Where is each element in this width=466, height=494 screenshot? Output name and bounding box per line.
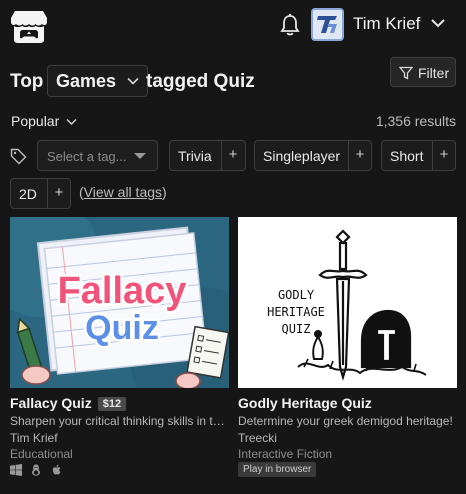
tag-icon (10, 148, 27, 165)
category-select-label: Games (56, 71, 117, 91)
tag-filter-bar: Select a tag... Trivia + Singleplayer + … (0, 140, 466, 172)
cover-title-text: Fallacy (58, 270, 187, 312)
tag-pill-trivia[interactable]: Trivia + (169, 140, 246, 171)
filter-button[interactable]: Filter (390, 57, 456, 87)
tag-name[interactable]: Short (390, 148, 423, 164)
add-tag-singleplayer-button[interactable]: + (350, 146, 370, 163)
chevron-down-icon (127, 77, 139, 85)
game-author[interactable]: Treecki (238, 431, 277, 445)
play-in-browser-badge: Play in browser (238, 462, 317, 477)
tag-name[interactable]: 2D (19, 186, 37, 202)
page-title: Top Games tagged Quiz Filter (10, 57, 456, 97)
cover-line-3: QUIZ (282, 322, 311, 336)
tag-pill-singleplayer[interactable]: Singleplayer + (254, 140, 372, 171)
godly-heritage-quiz-cover-image: GODLY HERITAGE QUIZ (238, 217, 457, 388)
game-description: Sharpen your critical thinking skills in… (10, 414, 229, 428)
itch-io-logo-icon[interactable] (10, 9, 48, 43)
tag-select-placeholder: Select a tag... (47, 149, 127, 164)
caret-down-icon (134, 153, 146, 159)
add-tag-trivia-button[interactable]: + (223, 146, 243, 163)
game-description: Determine your greek demigod heritage! (238, 414, 453, 428)
paren-close: ) (162, 184, 167, 200)
divider (47, 179, 48, 208)
game-thumbnail[interactable]: Fallacy Quiz (10, 217, 229, 388)
username[interactable]: Tim Krief (353, 14, 420, 34)
cover-line-2: HERITAGE (267, 305, 325, 319)
results-count: 1,356 results (375, 113, 456, 129)
title-suffix: tagged Quiz (146, 71, 255, 92)
divider (432, 141, 433, 170)
add-tag-short-button[interactable]: + (434, 146, 454, 163)
game-title[interactable]: Fallacy Quiz $12 (10, 395, 127, 411)
linux-icon (32, 464, 41, 476)
bell-icon[interactable] (279, 13, 301, 37)
game-genre: Interactive Fiction (238, 447, 333, 461)
view-all-tags-link[interactable]: View all tags (84, 184, 162, 200)
divider (221, 141, 222, 170)
tag-name[interactable]: Singleplayer (263, 148, 340, 164)
windows-icon (10, 464, 22, 476)
filter-icon (399, 66, 413, 80)
avatar[interactable] (311, 8, 344, 41)
category-select[interactable]: Games (47, 65, 148, 97)
tag-name[interactable]: Trivia (178, 148, 212, 164)
fallacy-quiz-cover-image: Fallacy Quiz (10, 217, 229, 388)
site-header: Tim Krief (0, 0, 466, 52)
apple-icon (52, 464, 61, 475)
platform-icons (10, 464, 67, 476)
game-title[interactable]: Godly Heritage Quiz (238, 395, 372, 411)
sort-select[interactable]: Popular (11, 113, 59, 129)
game-title-text[interactable]: Fallacy Quiz (10, 395, 92, 411)
divider (348, 141, 349, 170)
title-prefix: Top (10, 71, 44, 92)
cover-line-1: GODLY (278, 288, 315, 302)
cover-subtitle-text: Quiz (85, 309, 159, 347)
game-thumbnail[interactable]: GODLY HERITAGE QUIZ (238, 217, 457, 388)
view-all-tags: (View all tags) (79, 184, 167, 200)
game-author[interactable]: Tim Krief (10, 431, 58, 445)
sort-bar: Popular 1,356 results (10, 112, 456, 132)
filter-button-label: Filter (418, 65, 450, 81)
price-badge: $12 (97, 397, 127, 411)
add-tag-2d-button[interactable]: + (49, 184, 69, 201)
tag-pill-short[interactable]: Short + (381, 140, 456, 171)
tag-select-input[interactable]: Select a tag... (37, 140, 158, 171)
tag-pill-2d[interactable]: 2D + (10, 178, 71, 209)
chevron-down-icon[interactable] (430, 17, 446, 29)
game-genre: Educational (10, 447, 73, 461)
avatar-image (313, 10, 342, 39)
chevron-down-icon[interactable] (66, 118, 77, 126)
